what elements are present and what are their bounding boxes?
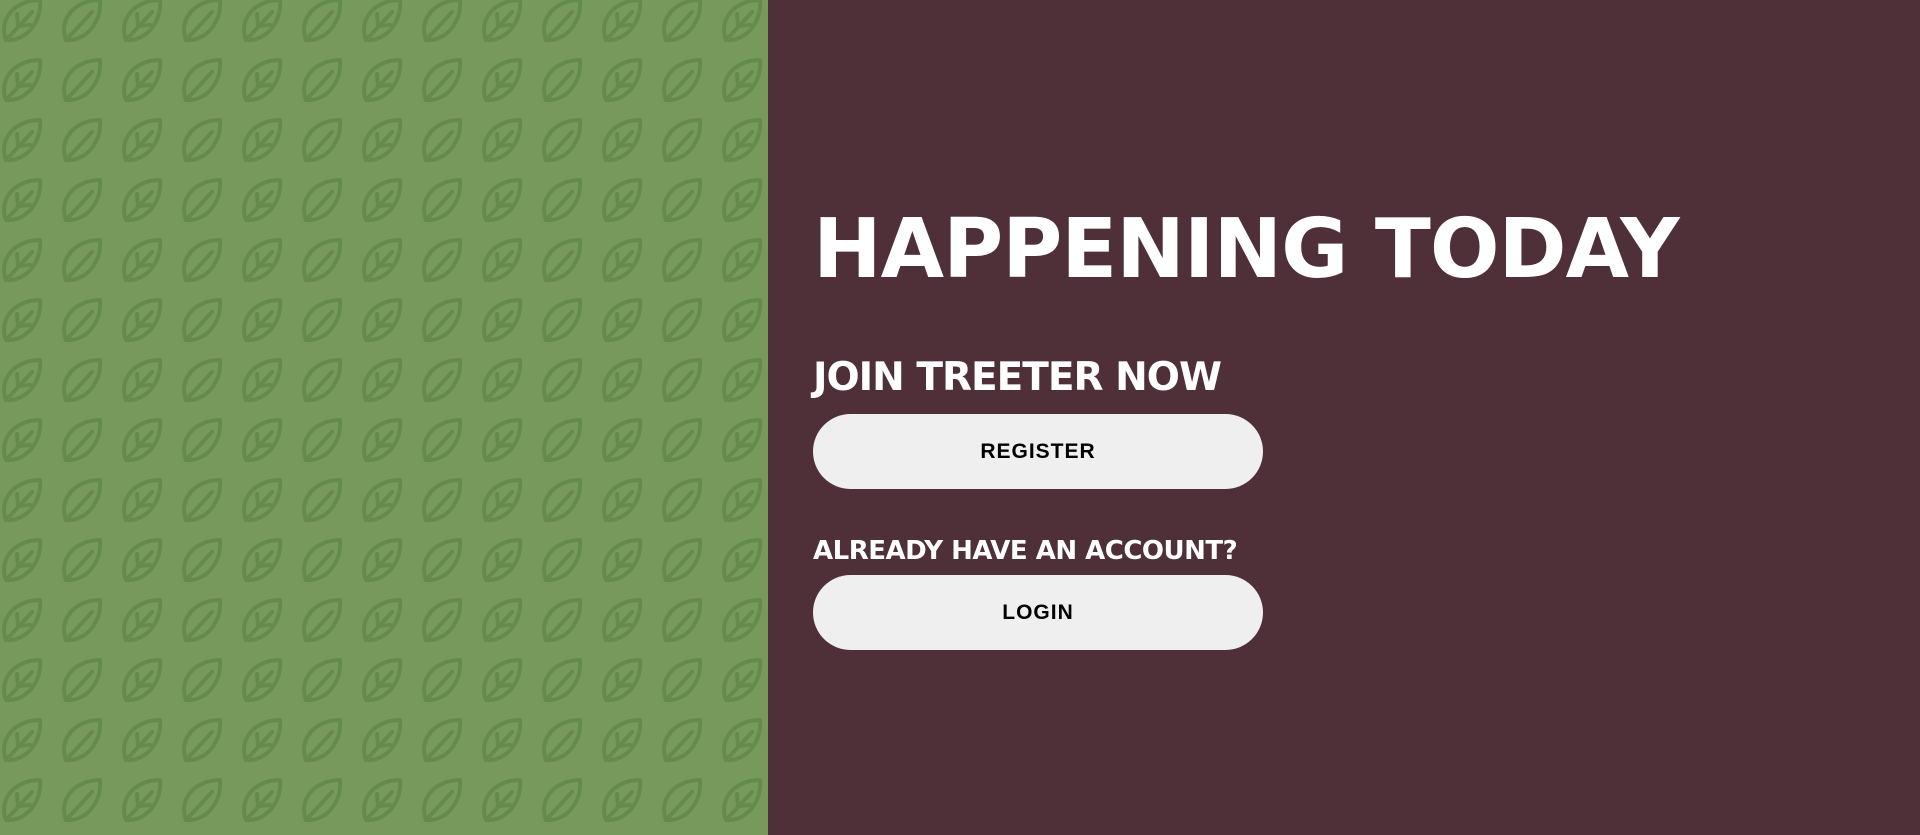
leaf-pattern-background: [0, 0, 768, 835]
register-button[interactable]: REGISTER: [813, 414, 1263, 489]
leaf-pattern-panel: [0, 0, 768, 835]
page-title: HAPPENING TODAY: [813, 202, 1680, 297]
join-heading: JOIN TREETER NOW: [813, 355, 1222, 400]
landing-panel: HAPPENING TODAY JOIN TREETER NOW REGISTE…: [768, 0, 1920, 835]
account-heading: ALREADY HAVE AN ACCOUNT?: [813, 536, 1238, 566]
login-button[interactable]: LOGIN: [813, 575, 1263, 650]
